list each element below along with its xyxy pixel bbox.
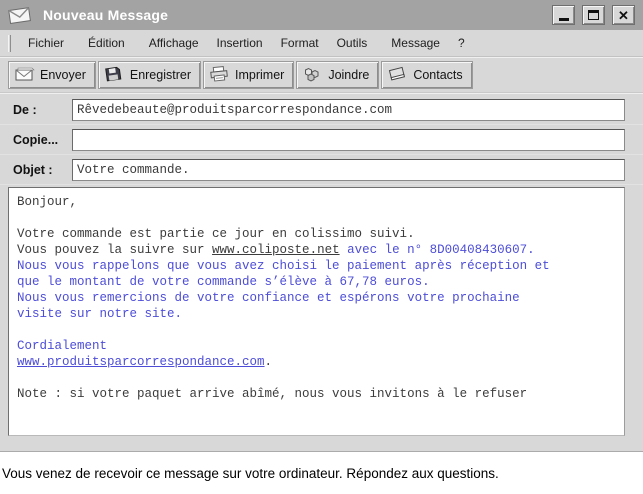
cc-label[interactable]: Copie... xyxy=(0,133,72,147)
toolbar: Envoyer Enregistrer Impri xyxy=(0,57,643,93)
menu-item-message[interactable]: Message xyxy=(382,32,449,54)
message-text: Note : si votre paquet arrive abîmé, nou… xyxy=(17,387,527,401)
message-line: www.produitsparcorrespondance.com. xyxy=(17,354,616,370)
print-button[interactable]: Imprimer xyxy=(203,61,294,89)
contacts-button[interactable]: Contacts xyxy=(381,61,472,89)
menu-item-edition[interactable]: Édition xyxy=(79,32,134,54)
message-line-blank xyxy=(17,210,616,226)
attach-button[interactable]: Joindre xyxy=(296,61,379,89)
message-line: Nous vous rappelons que vous avez choisi… xyxy=(17,258,616,274)
message-line: Votre commande est partie ce jour en col… xyxy=(17,226,616,242)
menu-item-aide[interactable]: ? xyxy=(449,32,474,54)
cc-input[interactable] xyxy=(72,129,625,151)
message-text: visite sur notre site. xyxy=(17,307,182,321)
maximize-button[interactable] xyxy=(582,5,605,25)
send-button[interactable]: Envoyer xyxy=(8,61,96,89)
printer-icon xyxy=(209,66,230,83)
message-text: avec le n° 8D00408430607. xyxy=(340,243,535,257)
toolbar-button-label: Envoyer xyxy=(40,68,86,82)
envelope-icon xyxy=(14,66,35,83)
minimize-icon xyxy=(559,18,569,21)
email-compose-window: Nouveau Message ✕ Fichier Édition Affich… xyxy=(0,0,643,452)
message-text: Cordialement xyxy=(17,339,107,353)
menu-item-affichage[interactable]: Affichage xyxy=(140,32,208,54)
message-line: visite sur notre site. xyxy=(17,306,616,322)
message-line-blank xyxy=(17,370,616,386)
message-line: Bonjour, xyxy=(17,194,616,210)
message-line: Cordialement xyxy=(17,338,616,354)
toolbar-button-label: Joindre xyxy=(328,68,369,82)
menu-item-insertion[interactable]: Insertion xyxy=(208,32,272,54)
menu-item-format[interactable]: Format xyxy=(272,32,328,54)
caption-bar: Vous venez de recevoir ce message sur vo… xyxy=(0,452,643,494)
envelope-icon xyxy=(8,5,34,25)
close-icon: ✕ xyxy=(618,9,629,22)
field-row-subject: Objet : xyxy=(0,155,643,185)
menu-gripper[interactable] xyxy=(8,35,11,52)
floppy-disk-icon xyxy=(104,66,125,83)
toolbar-button-label: Imprimer xyxy=(235,68,284,82)
coliposte-link[interactable]: www.coliposte.net xyxy=(212,243,340,257)
message-body-area[interactable]: Bonjour, Votre commande est partie ce jo… xyxy=(8,187,625,436)
titlebar: Nouveau Message ✕ xyxy=(0,0,643,30)
menu-item-fichier[interactable]: Fichier xyxy=(19,32,73,54)
toolbar-button-label: Enregistrer xyxy=(130,68,191,82)
close-button[interactable]: ✕ xyxy=(612,5,635,25)
message-text: Vous pouvez la suivre sur xyxy=(17,243,212,257)
subject-label: Objet : xyxy=(0,163,72,177)
toolbar-button-label: Contacts xyxy=(413,68,462,82)
from-label: De : xyxy=(0,103,72,117)
produitsparcorrespondance-link[interactable]: www.produitsparcorrespondance.com xyxy=(17,355,265,369)
window-title: Nouveau Message xyxy=(43,7,545,23)
message-line: Nous vous remercions de votre confiance … xyxy=(17,290,616,306)
from-input[interactable] xyxy=(72,99,625,121)
message-text: Bonjour, xyxy=(17,195,77,209)
message-line-blank xyxy=(17,322,616,338)
minimize-button[interactable] xyxy=(552,5,575,25)
menu-item-outils[interactable]: Outils xyxy=(328,32,377,54)
menubar: Fichier Édition Affichage Insertion Form… xyxy=(0,30,643,57)
message-line: que le montant de votre commande s’élève… xyxy=(17,274,616,290)
instruction-caption: Vous venez de recevoir ce message sur vo… xyxy=(2,466,499,481)
save-button[interactable]: Enregistrer xyxy=(98,61,201,89)
maximize-icon xyxy=(588,10,599,20)
message-text: . xyxy=(265,355,273,369)
field-row-from: De : xyxy=(0,95,643,125)
address-book-icon xyxy=(387,66,408,83)
package-cubes-icon xyxy=(302,66,323,83)
message-text: Nous vous remercions de votre confiance … xyxy=(17,291,520,305)
field-row-cc: Copie... xyxy=(0,125,643,155)
message-text: Votre commande est partie ce jour en col… xyxy=(17,227,415,241)
message-text: Nous vous rappelons que vous avez choisi… xyxy=(17,259,550,273)
header-fields: De : Copie... Objet : xyxy=(0,93,643,185)
message-text: que le montant de votre commande s’élève… xyxy=(17,275,430,289)
subject-input[interactable] xyxy=(72,159,625,181)
message-line: Note : si votre paquet arrive abîmé, nou… xyxy=(17,386,616,402)
message-line: Vous pouvez la suivre sur www.coliposte.… xyxy=(17,242,616,258)
